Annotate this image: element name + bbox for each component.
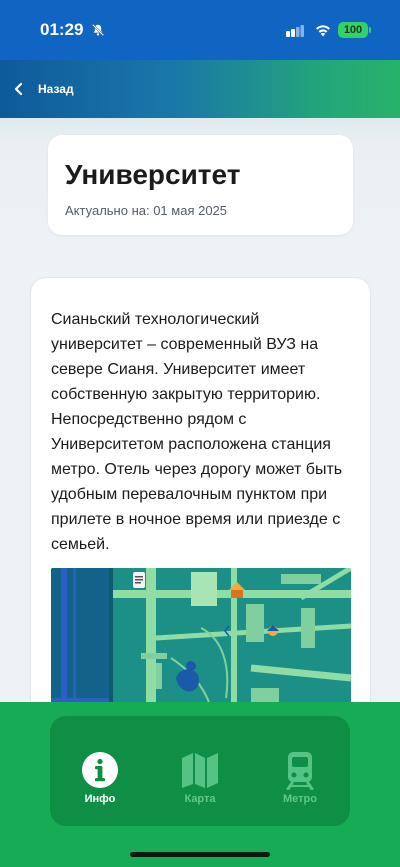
back-label: Назад [38,82,74,96]
content-card: Сианьский технологический университет – … [30,277,371,747]
status-time: 01:29 [40,20,84,39]
train-icon [286,752,314,790]
tab-info[interactable]: Инфо [50,716,150,826]
tab-map[interactable]: Карта [150,716,250,826]
actuality-date: Актуально на: 01 мая 2025 [65,203,228,218]
title-card: Университет Актуально на: 01 мая 2025 [48,135,353,235]
info-icon [82,752,118,788]
description-text: Сианьский технологический университет – … [51,311,343,553]
tab-metro[interactable]: Метро [250,716,350,826]
tab-info-label: Инфо [84,793,116,805]
cellular-signal-icon [286,25,304,37]
chevron-left-icon [14,82,23,96]
muted-bell-icon [92,24,104,36]
page-title: Университет [65,159,241,190]
tab-metro-label: Метро [283,793,317,805]
back-button[interactable]: Назад [12,78,74,100]
tab-map-label: Карта [184,793,216,805]
wifi-icon [316,25,330,37]
status-bar: 01:29 100 [0,0,400,60]
battery-indicator: 100 [338,22,371,38]
tab-bar: Инфо Карта Метро [50,716,350,826]
map-icon [182,753,218,788]
home-indicator [130,852,270,857]
